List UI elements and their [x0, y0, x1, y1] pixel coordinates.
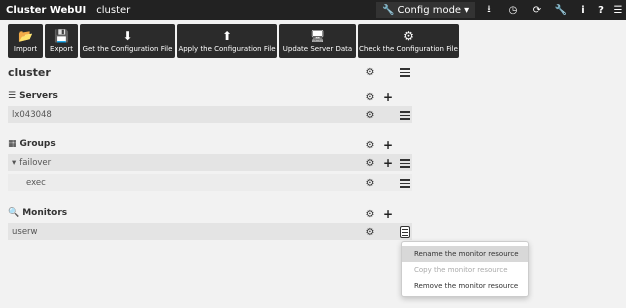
- list-icon: ☰: [8, 91, 17, 101]
- update-server-label: Update Server Data: [282, 44, 353, 53]
- list-item[interactable]: userw: [8, 223, 412, 240]
- export-label: Export: [50, 44, 73, 53]
- top-navbar: Cluster WebUI cluster 🔧 Config mode ▾ ⭳ …: [0, 0, 626, 20]
- group-name: failover: [19, 157, 52, 168]
- monitor-name: userw: [12, 226, 38, 237]
- gear-icon[interactable]: ⚙: [364, 227, 376, 238]
- arrow-down-icon: ⬇: [122, 28, 133, 43]
- apply-config-label: Apply the Configuration File: [178, 44, 276, 53]
- app-brand: Cluster WebUI: [6, 4, 87, 16]
- save-icon: 💾: [54, 28, 69, 43]
- question-icon[interactable]: ?: [594, 3, 608, 17]
- remove-monitor-item[interactable]: Remove the monitor resource: [402, 278, 528, 294]
- server-name: lx043048: [12, 109, 52, 120]
- gear-icon[interactable]: ⚙: [364, 110, 376, 121]
- menu-icon[interactable]: [400, 159, 410, 168]
- refresh-icon[interactable]: ⟳: [530, 3, 544, 17]
- menu-icon[interactable]: [400, 111, 410, 120]
- copy-monitor-item[interactable]: Copy the monitor resource: [402, 262, 528, 278]
- gear-icon[interactable]: ⚙: [364, 158, 376, 169]
- list-item[interactable]: exec: [8, 174, 412, 191]
- gear-icon[interactable]: ⚙: [364, 178, 376, 189]
- gear-icon[interactable]: ⚙: [364, 67, 376, 78]
- gear-icon: ⚙: [403, 28, 414, 43]
- history-icon[interactable]: ◷: [506, 3, 520, 17]
- search-icon: 🔍: [8, 208, 20, 218]
- add-monitor-icon[interactable]: +: [382, 208, 394, 220]
- update-server-button[interactable]: 🖥 Update Server Data: [279, 24, 356, 58]
- gear-icon[interactable]: ⚙: [364, 209, 376, 220]
- add-server-icon[interactable]: +: [382, 91, 394, 103]
- grid-icon: ▦: [8, 139, 17, 149]
- list-item[interactable]: lx043048: [8, 106, 412, 123]
- menu-icon[interactable]: [400, 226, 410, 238]
- import-label: Import: [13, 44, 38, 53]
- caret-down-icon: ▾: [464, 4, 470, 16]
- arrow-up-icon: ⬆: [221, 28, 233, 43]
- config-mode-label: Config mode: [397, 4, 462, 16]
- gear-icon[interactable]: ⚙: [364, 92, 376, 103]
- context-menu: Rename the monitor resource Copy the mon…: [401, 241, 529, 297]
- page-title: cluster: [8, 66, 51, 79]
- resource-name: exec: [26, 177, 46, 188]
- rename-monitor-item[interactable]: Rename the monitor resource: [402, 246, 528, 262]
- config-mode-dropdown[interactable]: 🔧 Config mode ▾: [376, 2, 476, 18]
- export-button[interactable]: 💾 Export: [45, 24, 78, 58]
- wrench-icon: 🔧: [382, 4, 395, 16]
- menu-icon[interactable]: [400, 179, 410, 188]
- gear-icon[interactable]: ⚙: [364, 140, 376, 151]
- import-button[interactable]: 📂 Import: [8, 24, 43, 58]
- folder-open-icon: 📂: [18, 28, 33, 43]
- add-resource-icon[interactable]: +: [382, 157, 394, 169]
- list-item[interactable]: ▾ failover: [8, 154, 412, 171]
- servers-section-title: ☰ Servers: [8, 91, 58, 101]
- add-group-icon[interactable]: +: [382, 139, 394, 151]
- download-icon[interactable]: ⭳: [482, 3, 496, 17]
- cluster-name: cluster: [96, 4, 131, 16]
- check-config-label: Check the Configuration File: [359, 44, 458, 53]
- caret-down-icon: ▾: [12, 157, 17, 168]
- info-icon[interactable]: i: [576, 3, 590, 17]
- groups-title: Groups: [19, 139, 56, 149]
- monitors-title: Monitors: [22, 208, 68, 218]
- monitors-section-title: 🔍 Monitors: [8, 208, 67, 218]
- get-config-button[interactable]: ⬇ Get the Configuration File: [80, 24, 175, 58]
- check-config-button[interactable]: ⚙ Check the Configuration File: [358, 24, 459, 58]
- get-config-label: Get the Configuration File: [82, 44, 173, 53]
- menu-icon[interactable]: [400, 68, 410, 77]
- server-icon: 🖥: [309, 28, 326, 43]
- apply-config-button[interactable]: ⬆ Apply the Configuration File: [177, 24, 277, 58]
- groups-section-title: ▦ Groups: [8, 139, 56, 149]
- wrench-icon[interactable]: 🔧: [554, 3, 568, 17]
- servers-title: Servers: [19, 91, 58, 101]
- list-icon[interactable]: ☰: [611, 3, 625, 17]
